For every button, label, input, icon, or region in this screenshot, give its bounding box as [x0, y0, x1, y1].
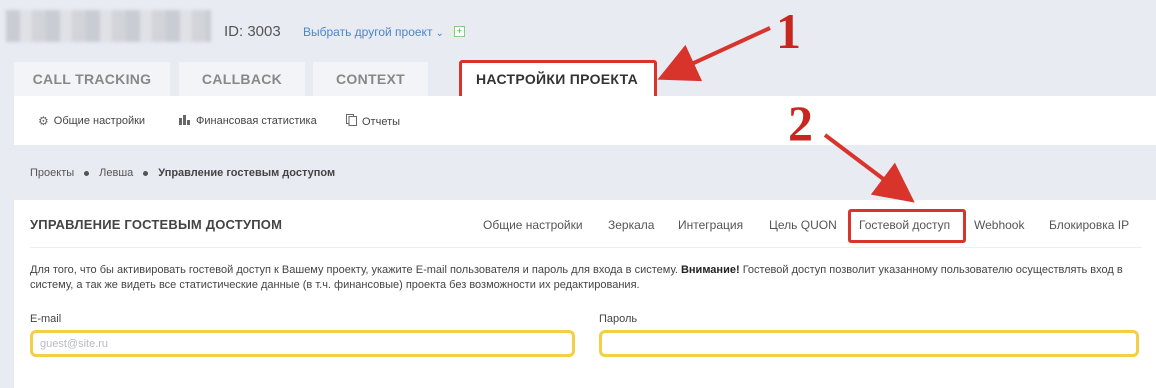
panel-tab-guest-access[interactable]: Гостевой доступ: [859, 218, 950, 232]
subnav-item-label: Отчеты: [362, 115, 401, 128]
chevron-down-icon: ⌄: [435, 28, 444, 39]
subnav-item-reports[interactable]: Отчеты: [346, 114, 400, 129]
notice-text: Для того, что бы активировать гостевой д…: [30, 263, 1135, 293]
choose-project-label: Выбрать другой проект: [303, 25, 433, 39]
project-logo-blurred: [6, 10, 211, 42]
email-field[interactable]: [30, 330, 575, 357]
tab-context[interactable]: CONTEXT: [313, 62, 428, 96]
breadcrumb-current: Управление гостевым доступом: [158, 167, 336, 179]
project-id: ID: 3003: [224, 23, 281, 40]
panel-tab-ip-block[interactable]: Блокировка IP: [1049, 218, 1129, 232]
subnav-item-general[interactable]: ⚙ Общие настройки: [38, 114, 145, 128]
subnav-item-label: Финансовая статистика: [196, 115, 317, 127]
bar-chart-icon: [179, 114, 191, 128]
password-field[interactable]: [599, 330, 1139, 357]
report-icon: [346, 114, 357, 129]
panel-divider: [30, 247, 1142, 248]
panel-tab-webhook[interactable]: Webhook: [974, 218, 1024, 232]
tab-project-settings[interactable]: НАСТРОЙКИ ПРОЕКТА: [459, 60, 655, 98]
arrow-1: [657, 26, 771, 82]
breadcrumb-separator: [143, 170, 149, 176]
notice-warning: Внимание!: [680, 264, 740, 276]
breadcrumb: Проекты Левша Управление гостевым доступом: [30, 167, 335, 179]
tab-call-tracking[interactable]: CALL TRACKING: [14, 62, 170, 96]
add-project-button[interactable]: +: [454, 26, 465, 37]
choose-project-link[interactable]: Выбрать другой проект ⌄: [303, 25, 444, 39]
subnav: ⚙ Общие настройки Финансовая статистика …: [14, 96, 1156, 145]
tab-callback[interactable]: CALLBACK: [179, 62, 305, 96]
subnav-item-finance[interactable]: Финансовая статистика: [179, 114, 317, 128]
annotation-step-2: 2: [788, 95, 813, 151]
email-label: E-mail: [30, 313, 62, 325]
annotation-step-1: 1: [776, 3, 801, 59]
guest-access-panel: УПРАВЛЕНИЕ ГОСТЕВЫМ ДОСТУПОМ Общие настр…: [14, 200, 1156, 388]
breadcrumb-item[interactable]: Левша: [99, 167, 133, 179]
panel-title: УПРАВЛЕНИЕ ГОСТЕВЫМ ДОСТУПОМ: [30, 217, 283, 232]
password-label: Пароль: [599, 313, 638, 325]
panel-tab-general[interactable]: Общие настройки: [483, 218, 583, 232]
subnav-item-label: Общие настройки: [53, 115, 146, 127]
notice-main: Для того, что бы активировать гостевой д…: [30, 264, 678, 276]
panel-tab-integration[interactable]: Интеграция: [678, 218, 743, 232]
gear-icon: ⚙: [38, 114, 49, 128]
breadcrumb-separator: [84, 170, 90, 176]
panel-tab-quon-goal[interactable]: Цель QUON: [769, 218, 837, 232]
panel-tab-mirrors[interactable]: Зеркала: [608, 218, 654, 232]
breadcrumb-item[interactable]: Проекты: [30, 167, 74, 179]
